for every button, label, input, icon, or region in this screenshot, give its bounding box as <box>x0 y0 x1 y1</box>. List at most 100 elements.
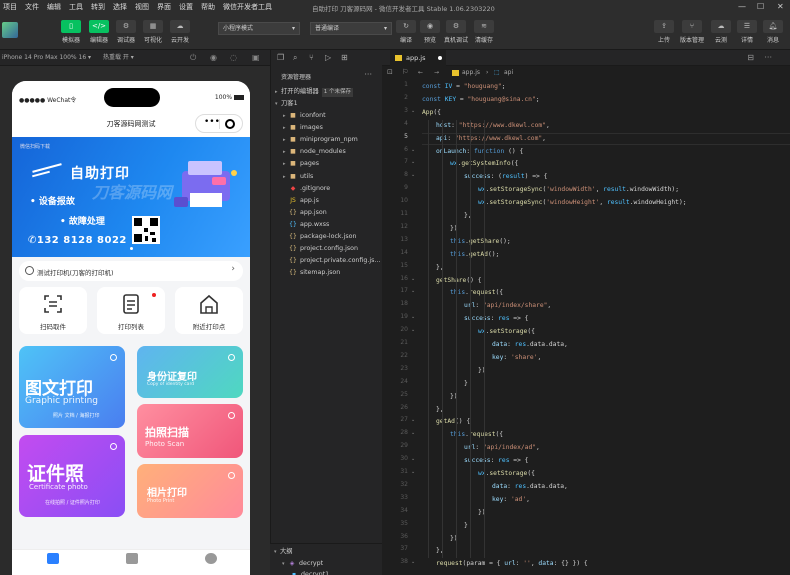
outline-header[interactable]: ▾ 大纲 <box>270 546 382 558</box>
menu-item[interactable]: 设置 <box>179 2 193 12</box>
fold-chevron-icon[interactable]: ⌄ <box>411 288 415 294</box>
capsule-menu[interactable]: ••• <box>195 114 243 133</box>
file-tree-item[interactable]: {} app.wxss <box>271 219 383 231</box>
code-editor[interactable]: const IV = "houguang"; const KEY = "hougu… <box>422 79 790 575</box>
real-device-debug-button[interactable]: ⚙ 真机调试 <box>443 20 469 44</box>
code-line[interactable]: } <box>464 378 468 390</box>
code-line[interactable]: wx.setStorage({ <box>478 326 535 338</box>
debugger-toggle-button[interactable]: ⚙ 调试器 <box>113 20 139 44</box>
record-icon[interactable]: ◉ <box>210 50 217 66</box>
fold-chevron-icon[interactable]: ⌄ <box>411 108 415 114</box>
file-tree-item[interactable]: {} package-lock.json <box>271 231 383 243</box>
bookmark-icon[interactable]: ⚐ <box>402 66 408 79</box>
extensions-icon[interactable]: ⊞ <box>341 53 348 62</box>
editor-toggle-button[interactable]: </> 编辑器 <box>86 20 112 44</box>
dock-icon[interactable]: ▣ <box>252 50 260 66</box>
code-line[interactable]: } <box>464 520 468 532</box>
file-tree-item[interactable]: ◆ .gitignore <box>271 183 383 195</box>
file-tree-item[interactable]: {} sitemap.json <box>271 267 383 279</box>
cloud-test-button[interactable]: ☁ 云测 <box>708 20 734 44</box>
code-line[interactable]: data: res.data.data, <box>492 339 568 351</box>
code-line[interactable]: const KEY = "houguang@sina.cn"; <box>422 94 540 106</box>
file-tree-item[interactable]: ▸ ■ node_modules <box>271 146 383 158</box>
fold-chevron-icon[interactable]: ⌄ <box>411 172 415 178</box>
menu-item[interactable]: 帮助 <box>201 2 215 12</box>
clear-cache-button[interactable]: ≋ 清缓存 <box>471 20 497 44</box>
user-avatar[interactable] <box>2 22 18 38</box>
code-line[interactable]: key: 'ad', <box>492 494 530 506</box>
menu-item[interactable]: 视图 <box>135 2 149 12</box>
code-line[interactable]: wx.setStorageSync('windowHeight', result… <box>478 197 687 209</box>
file-tree-item[interactable]: ▸ ■ utils <box>271 171 383 183</box>
upload-button[interactable]: ⇪ 上传 <box>651 20 677 44</box>
close-capsule-icon[interactable] <box>225 119 235 129</box>
back-icon[interactable]: ← <box>418 66 423 79</box>
menu-item[interactable]: 文件 <box>25 2 39 12</box>
code-line[interactable]: success: res => { <box>464 455 528 467</box>
source-control-icon[interactable]: ⑂ <box>309 53 314 62</box>
compile-mode-select[interactable]: 普通编译 ▾ <box>310 22 392 35</box>
photo-print-card[interactable]: 相片打印 Photo Print <box>137 464 243 518</box>
code-line[interactable]: this.getAd(); <box>450 249 499 261</box>
file-tree-item[interactable]: ▸ ■ miniprogram_npm <box>271 134 383 146</box>
device-select[interactable]: iPhone 14 Pro Max 100% 16 ▾ <box>2 54 91 61</box>
id-photo-card[interactable]: 证件照 Certificate photo 在线拍照 / 证件照片打印 <box>19 435 125 517</box>
code-line[interactable]: url: "api/index/ad", <box>464 442 540 454</box>
fold-chevron-icon[interactable]: ⌄ <box>411 430 415 436</box>
preview-button[interactable]: ◉ 预览 <box>417 20 443 44</box>
file-tree-item[interactable]: ▸ ■ pages <box>271 158 383 170</box>
menu-item[interactable]: 界面 <box>157 2 171 12</box>
code-line[interactable]: this.getShare(); <box>450 236 511 248</box>
power-icon[interactable]: ⏻ <box>190 50 196 66</box>
minimize-icon[interactable]: — <box>738 2 746 11</box>
code-line[interactable]: host: "https://www.dkewl.com", <box>436 120 550 132</box>
menu-item[interactable]: 工具 <box>69 2 83 12</box>
close-icon[interactable]: ✕ <box>777 2 784 11</box>
tab-profile[interactable] <box>205 553 217 564</box>
code-line[interactable]: success: res => { <box>464 313 528 325</box>
breadcrumb-file[interactable]: app.js <box>462 66 480 79</box>
code-line[interactable]: wx.setStorage({ <box>478 468 535 480</box>
banner-carousel[interactable]: 微信扫码下载 自助打印 • 设备报故 • 故障处理 ✆132 8128 8022 <box>12 137 250 257</box>
visual-toggle-button[interactable]: ▦ 可视化 <box>140 20 166 44</box>
code-line[interactable]: success: (result) => { <box>464 171 547 183</box>
carousel-dot-active[interactable] <box>130 247 133 250</box>
photo-scan-card[interactable]: 拍照扫描 Photo Scan <box>137 404 243 458</box>
menu-item[interactable]: 项目 <box>3 2 17 12</box>
file-tree-item[interactable]: {} project.private.config.js... <box>271 255 383 267</box>
fold-chevron-icon[interactable]: ⌄ <box>411 417 415 423</box>
code-line[interactable]: request(param = { url: '', data: {} }) { <box>436 558 588 570</box>
forward-icon[interactable]: → <box>434 66 439 79</box>
fold-chevron-icon[interactable]: ⌄ <box>411 314 415 320</box>
volume-icon[interactable]: ◌ <box>230 50 237 66</box>
menu-item[interactable]: 转到 <box>91 2 105 12</box>
editor-tab-app-js[interactable]: app.js <box>390 50 446 66</box>
version-manage-button[interactable]: ⑂ 版本管理 <box>679 20 705 44</box>
compile-button[interactable]: ↻ 编译 <box>393 20 419 44</box>
split-icon[interactable]: ⊡ <box>387 66 393 79</box>
project-root[interactable]: ▾ 刀客1 <box>271 98 383 110</box>
print-list-button[interactable]: 打印列表 <box>97 287 165 334</box>
code-line[interactable]: url: "api/index/share", <box>464 300 551 312</box>
search-icon[interactable]: ⌕ <box>293 53 297 63</box>
debug-icon[interactable]: ▷ <box>325 53 331 62</box>
menu-item[interactable]: 微信开发者工具 <box>223 2 272 12</box>
scan-pickup-button[interactable]: 扫码取件 <box>19 287 87 334</box>
simulator-toggle-button[interactable]: ▯ 模拟器 <box>58 20 84 44</box>
code-line[interactable]: this.request({ <box>450 287 503 299</box>
file-tree-item[interactable]: ▸ ■ images <box>271 122 383 134</box>
more-icon[interactable]: ··· <box>364 70 372 79</box>
cloud-dev-button[interactable]: ☁ 云开发 <box>167 20 193 44</box>
id-copy-card[interactable]: 身份证复印 Copy of identity card <box>137 346 243 398</box>
outline-subitem[interactable]: ▪ decrypt1 <box>270 569 382 575</box>
file-tree-item[interactable]: JS app.js <box>271 195 383 207</box>
code-line[interactable]: this.request({ <box>450 429 503 441</box>
hot-reload-select[interactable]: 热重载 开 ▾ <box>103 54 134 61</box>
code-line[interactable]: data: res.data.data, <box>492 481 568 493</box>
fold-chevron-icon[interactable]: ⌄ <box>411 559 415 565</box>
graphic-print-card[interactable]: 图文打印 Graphic printing 照片 文档 / 海报打印 <box>19 346 125 428</box>
file-tree-item[interactable]: ▸ ■ iconfont <box>271 110 383 122</box>
code-line[interactable]: wx.setStorageSync('windowWidth', result.… <box>478 184 679 196</box>
more-icon[interactable]: ••• <box>204 117 220 127</box>
printer-notice[interactable]: 测试打印机(刀客的打印机) › <box>19 261 243 281</box>
